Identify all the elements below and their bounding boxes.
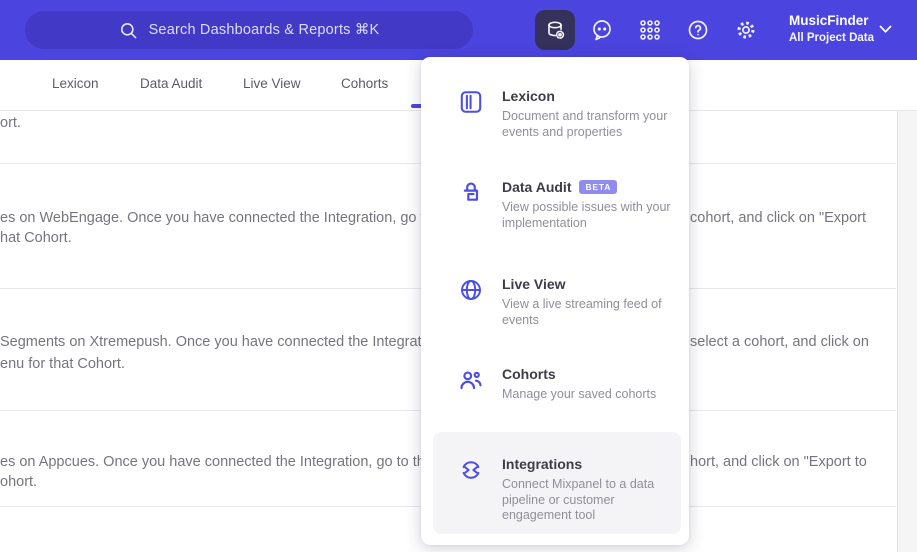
- search-input[interactable]: Search Dashboards & Reports ⌘K: [25, 11, 473, 49]
- row-text-fragment: ort.: [0, 115, 21, 131]
- menu-item-title: Live View: [502, 276, 566, 292]
- help-button[interactable]: [686, 18, 710, 42]
- settings-button[interactable]: [734, 18, 758, 42]
- menu-item-description: Connect Mixpanel to a data pipeline or c…: [502, 477, 655, 522]
- feedback-button[interactable]: [590, 18, 614, 42]
- row-text-fragment: hat Cohort.: [0, 230, 72, 246]
- project-selector[interactable]: MusicFinder All Project Data: [789, 13, 874, 45]
- settings-icon: [734, 18, 758, 42]
- menu-item-integrations[interactable]: Integrations Connect Mixpanel to a data …: [458, 456, 678, 524]
- tab-data-audit[interactable]: Data Audit: [140, 76, 202, 91]
- menu-item-live-view[interactable]: Live View View a live streaming feed of …: [458, 276, 678, 328]
- row-text-fragment: cohort, and click on "Export: [690, 210, 867, 226]
- search-icon: [119, 21, 138, 40]
- top-navigation-bar: Search Dashboards & Reports ⌘K MusicFind…: [0, 0, 917, 60]
- chevron-down-icon[interactable]: [879, 25, 892, 34]
- beta-badge: BETA: [579, 180, 618, 194]
- project-scope: All Project Data: [789, 32, 874, 44]
- feedback-icon: [590, 18, 614, 42]
- data-management-button[interactable]: [535, 10, 575, 50]
- content-gutter: [897, 111, 917, 552]
- lexicon-icon: [458, 89, 484, 115]
- menu-item-cohorts[interactable]: Cohorts Manage your saved cohorts: [458, 366, 678, 403]
- row-text-fragment: Segments on Xtremepush. Once you have co…: [0, 334, 445, 350]
- row-text-fragment: select a cohort, and click on: [690, 334, 869, 350]
- tab-lexicon[interactable]: Lexicon: [52, 76, 99, 91]
- menu-item-title: Lexicon: [502, 88, 555, 104]
- live-view-icon: [458, 277, 484, 303]
- tab-live-view[interactable]: Live View: [243, 76, 301, 91]
- menu-item-title: Cohorts: [502, 366, 556, 382]
- integrations-icon: [458, 457, 484, 483]
- data-management-icon: [544, 19, 567, 42]
- row-text-fragment: enu for that Cohort.: [0, 356, 125, 372]
- tab-cohorts[interactable]: Cohorts: [341, 76, 388, 91]
- menu-item-lexicon[interactable]: Lexicon Document and transform your even…: [458, 88, 678, 140]
- row-text-fragment: hort, and click on "Export to: [690, 454, 867, 470]
- project-name: MusicFinder: [789, 13, 869, 28]
- search-placeholder: Search Dashboards & Reports ⌘K: [148, 22, 380, 38]
- data-management-dropdown: Lexicon Document and transform your even…: [421, 57, 689, 545]
- row-text-fragment: ohort.: [0, 474, 38, 490]
- menu-item-description: View a live streaming feed of events: [502, 297, 662, 327]
- cohorts-icon: [458, 367, 484, 393]
- menu-item-description: View possible issues with your implement…: [502, 200, 671, 230]
- menu-item-data-audit[interactable]: Data Audit BETA View possible issues with…: [458, 179, 678, 231]
- row-text-fragment: es on Appcues. Once you have connected t…: [0, 454, 449, 470]
- apps-grid-icon: [638, 18, 662, 42]
- menu-item-title: Integrations: [502, 456, 583, 472]
- help-icon: [686, 18, 710, 42]
- menu-item-title: Data Audit BETA: [502, 179, 674, 195]
- data-audit-icon: [458, 180, 484, 206]
- menu-item-description: Manage your saved cohorts: [502, 387, 657, 401]
- row-text-fragment: es on WebEngage. Once you have connected…: [0, 210, 457, 226]
- menu-item-description: Document and transform your events and p…: [502, 109, 668, 139]
- apps-grid-button[interactable]: [638, 18, 662, 42]
